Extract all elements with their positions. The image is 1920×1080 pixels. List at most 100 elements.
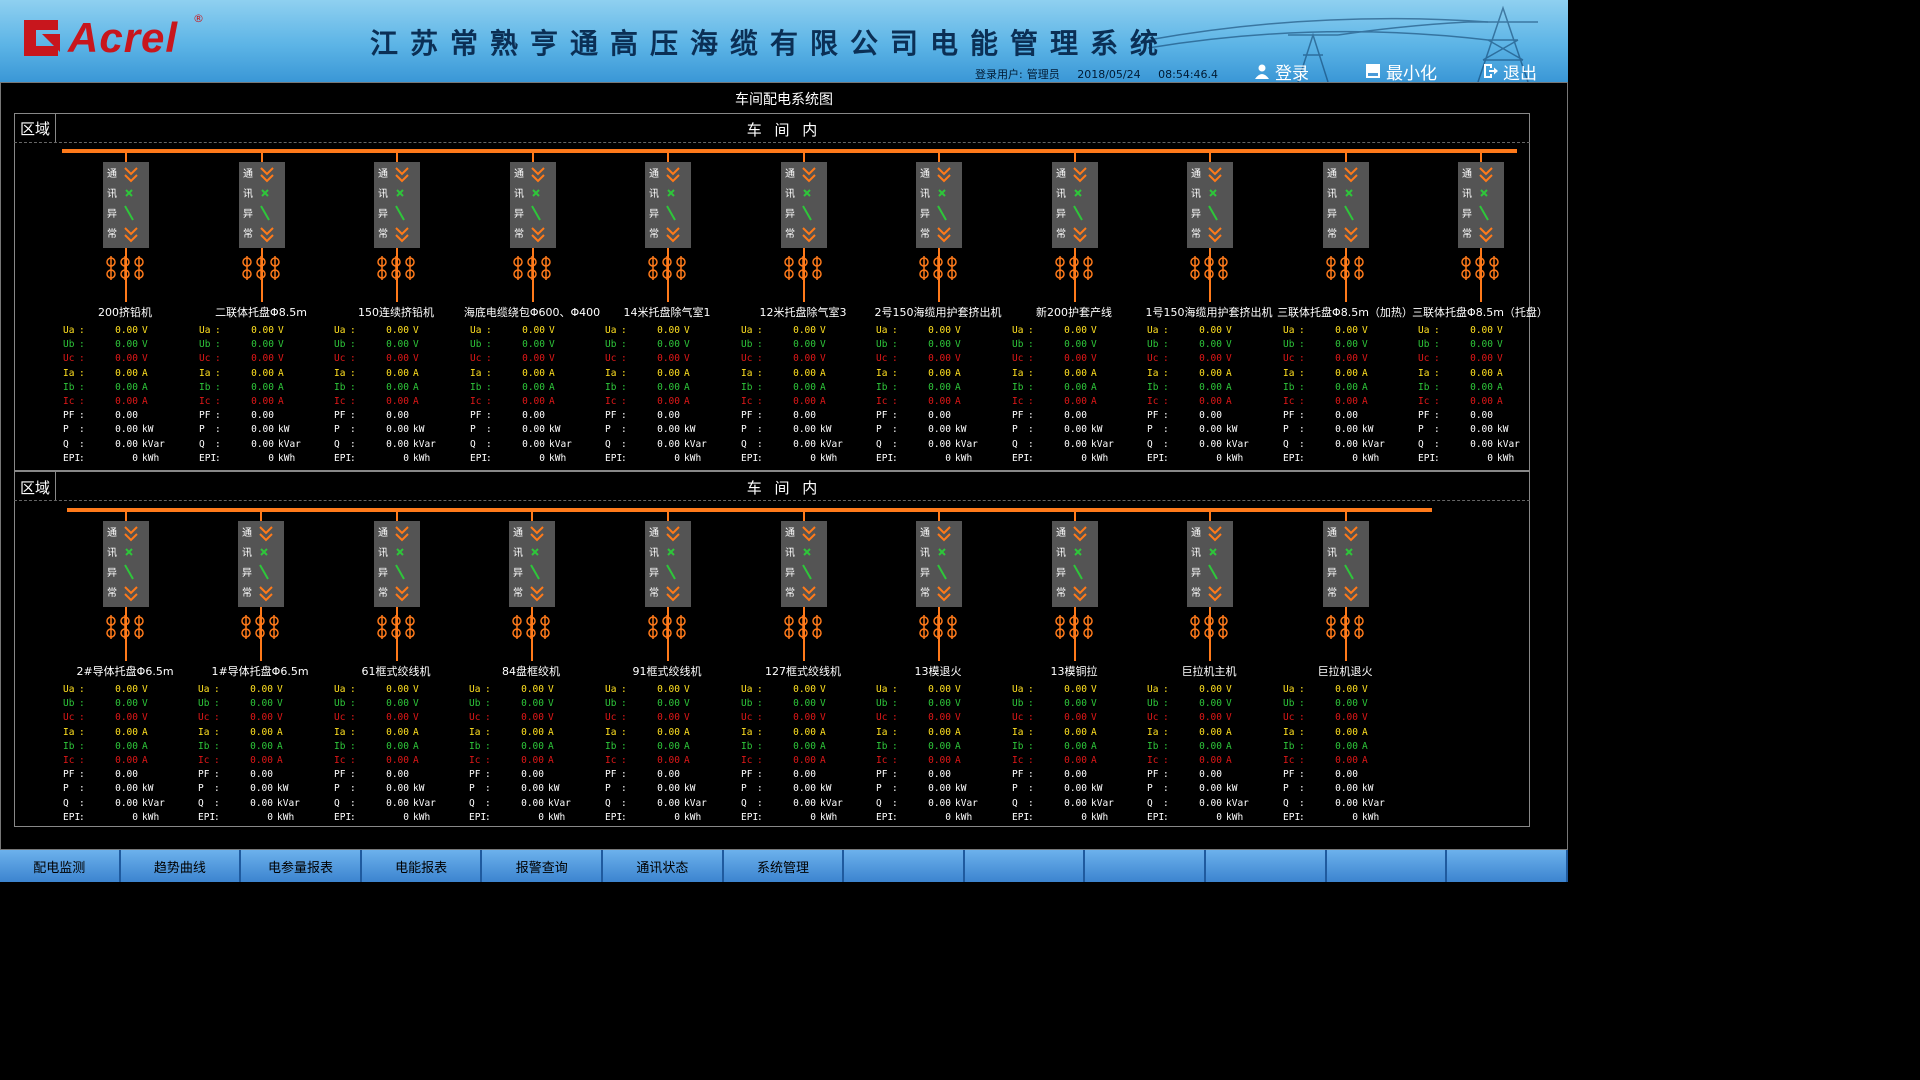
nav-tab[interactable]: 趋势曲线 [120, 850, 242, 882]
measurement-row: Uc:0.00 V [605, 352, 735, 366]
measurement-unit: kVar [1226, 797, 1249, 809]
measurement-unit: V [142, 339, 148, 351]
measurement-row: P:0.00 kW [63, 782, 193, 796]
nav-tab-empty[interactable] [1326, 850, 1448, 882]
measurement-value: 0 [810, 811, 816, 823]
measurement-panel: Ua:0.00 V Ub:0.00 V Uc:0.00 V Ia:0.00 A Ib:0.00 A… [605, 683, 735, 825]
measurement-label: Ic [198, 754, 210, 766]
measurement-value: 0.00 [1335, 684, 1358, 695]
nav-tab-empty[interactable] [964, 850, 1086, 882]
measurement-row: Uc:0.00 V [1283, 711, 1413, 725]
measurement-unit: kWh [278, 452, 296, 464]
measurement-value: 0.00 [1470, 381, 1493, 393]
measurement-value: 0.00 [928, 381, 951, 393]
logout-button[interactable]: 退出 [1482, 60, 1537, 82]
nav-tab-empty[interactable] [1206, 850, 1327, 882]
comm-fault-char: 讯 [107, 189, 117, 200]
breaker-cabinet[interactable]: 通讯异常 [509, 521, 555, 607]
breaker-cabinet[interactable]: 通讯异常 [781, 521, 827, 607]
measurement-row: Uc:0.00 V [334, 352, 464, 366]
nav-tab[interactable]: 报警查询 [482, 850, 604, 882]
measurement-row: P:0.00 kW [741, 423, 871, 437]
nav-tab-empty[interactable] [1085, 850, 1207, 882]
nav-tab-empty[interactable] [1447, 850, 1568, 882]
breaker-cabinet[interactable]: 通讯异常 [916, 521, 962, 607]
registered-mark: ® [193, 12, 204, 25]
breaker-cabinet[interactable]: 通讯异常 [510, 162, 556, 248]
measurement-label: Ic [63, 395, 75, 407]
measurement-label: Ia [1418, 367, 1430, 379]
login-button[interactable]: 登录 [1254, 60, 1309, 82]
measurement-value: 0 [403, 452, 409, 464]
breaker-cabinet[interactable]: 通讯异常 [645, 162, 691, 248]
nav-tab-empty[interactable] [844, 850, 965, 882]
breaker-cabinet[interactable]: 通讯异常 [781, 162, 827, 248]
breaker-cabinet[interactable]: 通讯异常 [1458, 162, 1504, 248]
nav-tab[interactable]: 电能报表 [361, 850, 483, 882]
measurement-label: PF [334, 410, 346, 422]
nav-tab[interactable]: 配电监测 [0, 850, 121, 882]
measurement-row: P:0.00 kW [334, 782, 464, 796]
measurement-unit: A [1362, 726, 1368, 738]
measurement-row: PF:0.00 [1283, 768, 1413, 782]
measurement-value: 0.00 [1335, 381, 1358, 393]
measurement-value: 0.00 [522, 438, 545, 450]
measurement-label: Ic [876, 395, 888, 407]
measurement-label: EPI [741, 452, 759, 464]
measurement-label: Ub [1147, 339, 1159, 351]
comm-fault-char: 常 [649, 588, 659, 599]
measurement-value: 0 [1352, 452, 1358, 464]
breaker-switch-icon [1208, 167, 1222, 243]
measurement-label: Q [876, 797, 882, 809]
comm-fault-char: 常 [107, 229, 117, 240]
measurement-row: PF:0.00 [1418, 409, 1548, 423]
measurement-value: 0.00 [1064, 410, 1087, 422]
breaker-cabinet[interactable]: 通讯异常 [916, 162, 962, 248]
comm-fault-char: 常 [378, 588, 388, 599]
measurement-label: PF [1147, 769, 1159, 781]
measurement-row: P:0.00 kW [1283, 782, 1413, 796]
measurement-row: Ib:0.00 A [1418, 381, 1548, 395]
breaker-cabinet[interactable]: 通讯异常 [103, 162, 149, 248]
nav-tab[interactable]: 系统管理 [723, 850, 845, 882]
measurement-label: Q [605, 438, 611, 450]
nav-tab[interactable]: 通讯状态 [603, 850, 724, 882]
comm-fault-text: 通讯异常 [242, 524, 254, 604]
minimize-button[interactable]: 最小化 [1365, 60, 1437, 82]
breaker-cabinet[interactable]: 通讯异常 [103, 521, 149, 607]
measurement-unit: A [413, 740, 419, 752]
breaker-cabinet[interactable]: 通讯异常 [374, 521, 420, 607]
comm-fault-char: 讯 [785, 189, 795, 200]
measurement-label: Ia [1283, 726, 1295, 738]
breaker-cabinet[interactable]: 通讯异常 [1052, 162, 1098, 248]
measurement-unit: kVar [684, 438, 707, 450]
measurement-label: Ia [741, 726, 753, 738]
measurement-row: Ub:0.00 V [1283, 697, 1413, 711]
breaker-cabinet[interactable]: 通讯异常 [1187, 521, 1233, 607]
breaker-cabinet[interactable]: 通讯异常 [238, 521, 284, 607]
measurement-value: 0.00 [1470, 395, 1493, 407]
breaker-cabinet[interactable]: 通讯异常 [1052, 521, 1098, 607]
measurement-label: Uc [876, 353, 888, 365]
breaker-cabinet[interactable]: 通讯异常 [1323, 162, 1369, 248]
comm-fault-char: 常 [1056, 588, 1066, 599]
measurement-value: 0.00 [521, 726, 544, 738]
breaker-cabinet[interactable]: 通讯异常 [239, 162, 285, 248]
nav-tab[interactable]: 电参量报表 [241, 850, 362, 882]
breaker-cabinet[interactable]: 通讯异常 [1323, 521, 1369, 607]
breaker-cabinet[interactable]: 通讯异常 [1187, 162, 1233, 248]
comm-fault-char: 通 [785, 169, 795, 180]
breaker-cabinet[interactable]: 通讯异常 [645, 521, 691, 607]
measurement-row: Ua:0.00 V [334, 324, 464, 338]
measurement-value: 0.00 [1470, 339, 1493, 351]
measurement-label: Ub [1283, 339, 1295, 351]
comm-fault-char: 异 [649, 209, 659, 220]
measurement-row: Ic:0.00 A [876, 395, 1006, 409]
measurement-row: P:0.00 kW [1147, 423, 1277, 437]
breaker-cabinet[interactable]: 通讯异常 [374, 162, 420, 248]
measurement-label: Ia [63, 367, 75, 379]
feeder-name: 84盘框绞机 [502, 665, 560, 678]
measurement-label: P [1147, 783, 1153, 795]
measurement-unit: A [955, 395, 961, 407]
breaker-switch-icon [124, 167, 138, 243]
